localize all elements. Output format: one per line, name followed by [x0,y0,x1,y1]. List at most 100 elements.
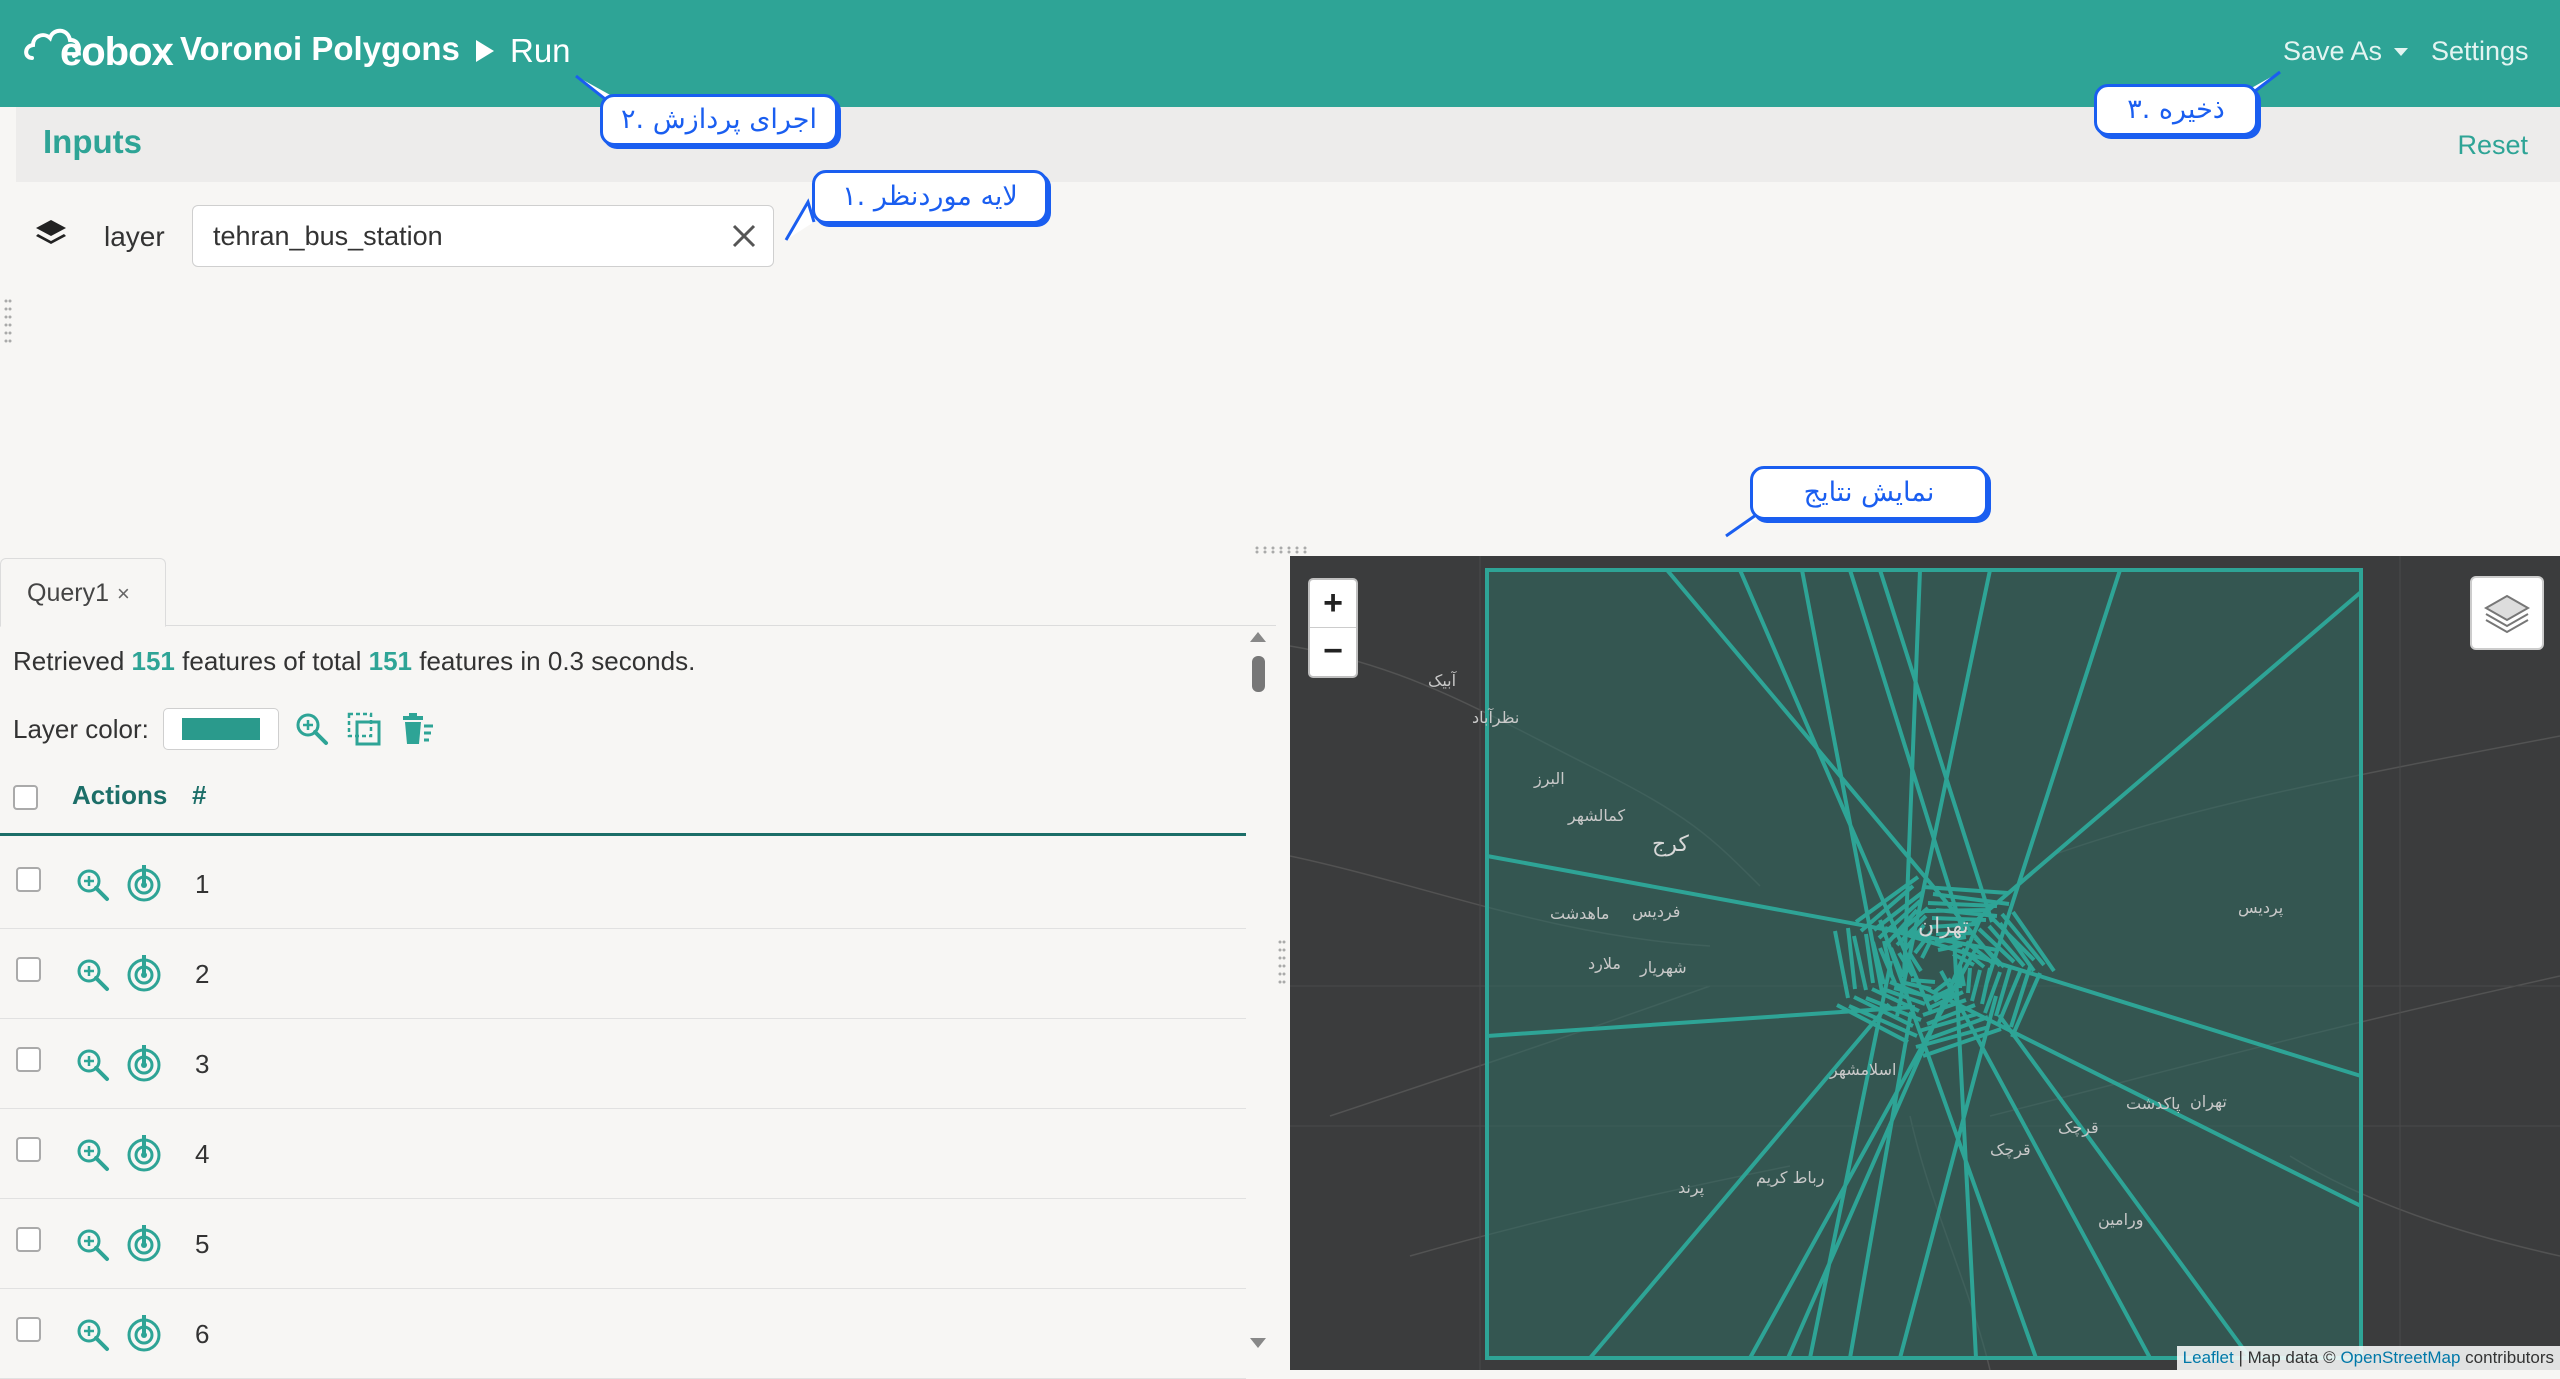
layer-color-row: Layer color: [13,708,435,750]
run-button[interactable]: Run [476,32,571,70]
zoom-in-icon[interactable] [75,1227,111,1263]
zoom-in-icon[interactable] [75,957,111,993]
row-checkbox[interactable] [16,1317,41,1342]
zoom-in-icon[interactable] [75,1317,111,1353]
row-number: 2 [195,959,210,989]
map-place-label: تهران [1918,914,1969,939]
inputs-title: Inputs [43,123,142,160]
row-number: 5 [195,1229,210,1259]
row-number: 6 [195,1319,210,1349]
table-row[interactable]: 3 [0,1019,1246,1109]
map-place-label: ملارد [1588,954,1621,973]
app-title: Voronoi Polygons [180,30,460,67]
query-panel: Query1 × Retrieved 151 features of total … [0,556,1276,1379]
table-row[interactable]: 1 [0,839,1246,929]
locate-icon[interactable] [124,1131,164,1173]
layers-icon [2483,594,2531,634]
map-attribution: Leaflet | Map data © OpenStreetMap contr… [2176,1346,2560,1370]
scrollbar-thumb[interactable] [1252,656,1265,692]
layer-select-input[interactable]: tehran_bus_station [192,205,774,267]
play-icon [476,40,494,62]
tab-query1[interactable]: Query1 × [0,558,166,627]
locate-icon[interactable] [124,1221,164,1263]
zoom-in-icon[interactable] [75,1047,111,1083]
zoom-in-icon[interactable] [293,710,331,748]
delete-icon[interactable] [397,710,435,748]
map-view[interactable]: آبیک نظرآباد البرز کمالشهر کرج ماهدشت فردیس شهر… [1290,556,2560,1370]
table-row[interactable]: 6 [0,1289,1246,1379]
map-place-label: شهریار [1640,958,1687,977]
map-place-label: البرز [1534,769,1565,788]
row-checkbox[interactable] [16,1047,41,1072]
scroll-up-arrow-icon[interactable] [1250,632,1266,642]
map-place-label: رباط کریم [1756,1168,1825,1187]
table-row[interactable]: 4 [0,1109,1246,1199]
zoom-out-button[interactable]: − [1310,628,1356,676]
row-checkbox[interactable] [16,957,41,982]
layer-color-label: Layer color: [13,713,149,744]
close-icon[interactable] [730,222,758,250]
map-place-label: آبیک [1428,671,1457,690]
callout-save: ۳. ذخیره [2094,84,2258,136]
layer-label: layer [104,221,165,252]
select-icon[interactable] [345,710,383,748]
save-as-dropdown[interactable]: Save As [2283,36,2409,67]
zoom-in-icon[interactable] [75,867,111,903]
settings-button[interactable]: Settings [2431,36,2529,67]
scrollbar-track[interactable] [1248,626,1268,1370]
map-place-label: پردیس [2238,898,2284,917]
layer-color-picker[interactable] [162,708,279,750]
map-place-label: تهران [2190,1092,2227,1111]
locate-icon[interactable] [124,1041,164,1083]
map-place-label: قرچک [2058,1118,2099,1137]
map-place-label: فردیس [1632,902,1681,921]
map-place-label: کرج [1652,832,1689,857]
splitter-grip-icon[interactable] [1277,938,1287,990]
retrieved-suffix: features in 0.3 seconds. [419,646,696,676]
retrieved-summary: Retrieved 151 features of total 151 feat… [13,646,695,677]
callout-layer: ۱. لایه موردنظر [812,170,1048,224]
select-all-checkbox[interactable] [13,785,38,810]
app-logo[interactable]: eobox [20,26,174,76]
cloud-logo-icon [24,28,81,60]
splitter-grip-icon[interactable] [1254,546,1308,554]
row-checkbox[interactable] [16,1227,41,1252]
row-checkbox[interactable] [16,867,41,892]
row-checkbox[interactable] [16,1137,41,1162]
callout-results: نمایش نتایج [1750,466,1988,520]
table-row[interactable]: 5 [0,1199,1246,1289]
table-row[interactable]: 2 [0,929,1246,1019]
scroll-down-arrow-icon[interactable] [1250,1338,1266,1348]
tab-close-icon[interactable]: × [117,581,130,606]
osm-link[interactable]: OpenStreetMap [2340,1348,2460,1367]
attribution-text: | Map data © [2233,1348,2341,1367]
map-canvas[interactable] [1290,556,2560,1370]
table-header [0,766,1246,836]
column-header-actions: Actions [72,780,168,810]
query-tab-strip: Query1 × [0,556,1276,627]
zoom-in-button[interactable]: + [1310,580,1356,628]
locate-icon[interactable] [124,1311,164,1353]
locate-icon[interactable] [124,861,164,903]
layers-icon [36,220,66,244]
layer-switcher-button[interactable] [2470,576,2544,650]
reset-button[interactable]: Reset [2457,130,2528,161]
total-count: 151 [368,646,412,676]
map-place-label: پرند [1678,1178,1705,1197]
row-number: 4 [195,1139,210,1169]
retrieved-mid: features of total [182,646,362,676]
run-label: Run [510,32,571,69]
column-header-number: # [192,780,207,810]
zoom-in-icon[interactable] [75,1137,111,1173]
map-place-label: پاکدشت [2126,1094,2181,1113]
vertical-drag-handle[interactable] [3,297,13,347]
inputs-panel: Inputs Reset layer tehran_bus_station [16,107,2560,540]
leaflet-link[interactable]: Leaflet [2183,1348,2234,1367]
map-place-label: قرچک [1990,1140,2031,1159]
attribution-suffix: contributors [2460,1348,2554,1367]
retrieved-count: 151 [131,646,175,676]
row-number: 1 [195,869,210,899]
color-swatch-fill [181,718,260,740]
locate-icon[interactable] [124,951,164,993]
caret-down-icon [2394,47,2409,56]
